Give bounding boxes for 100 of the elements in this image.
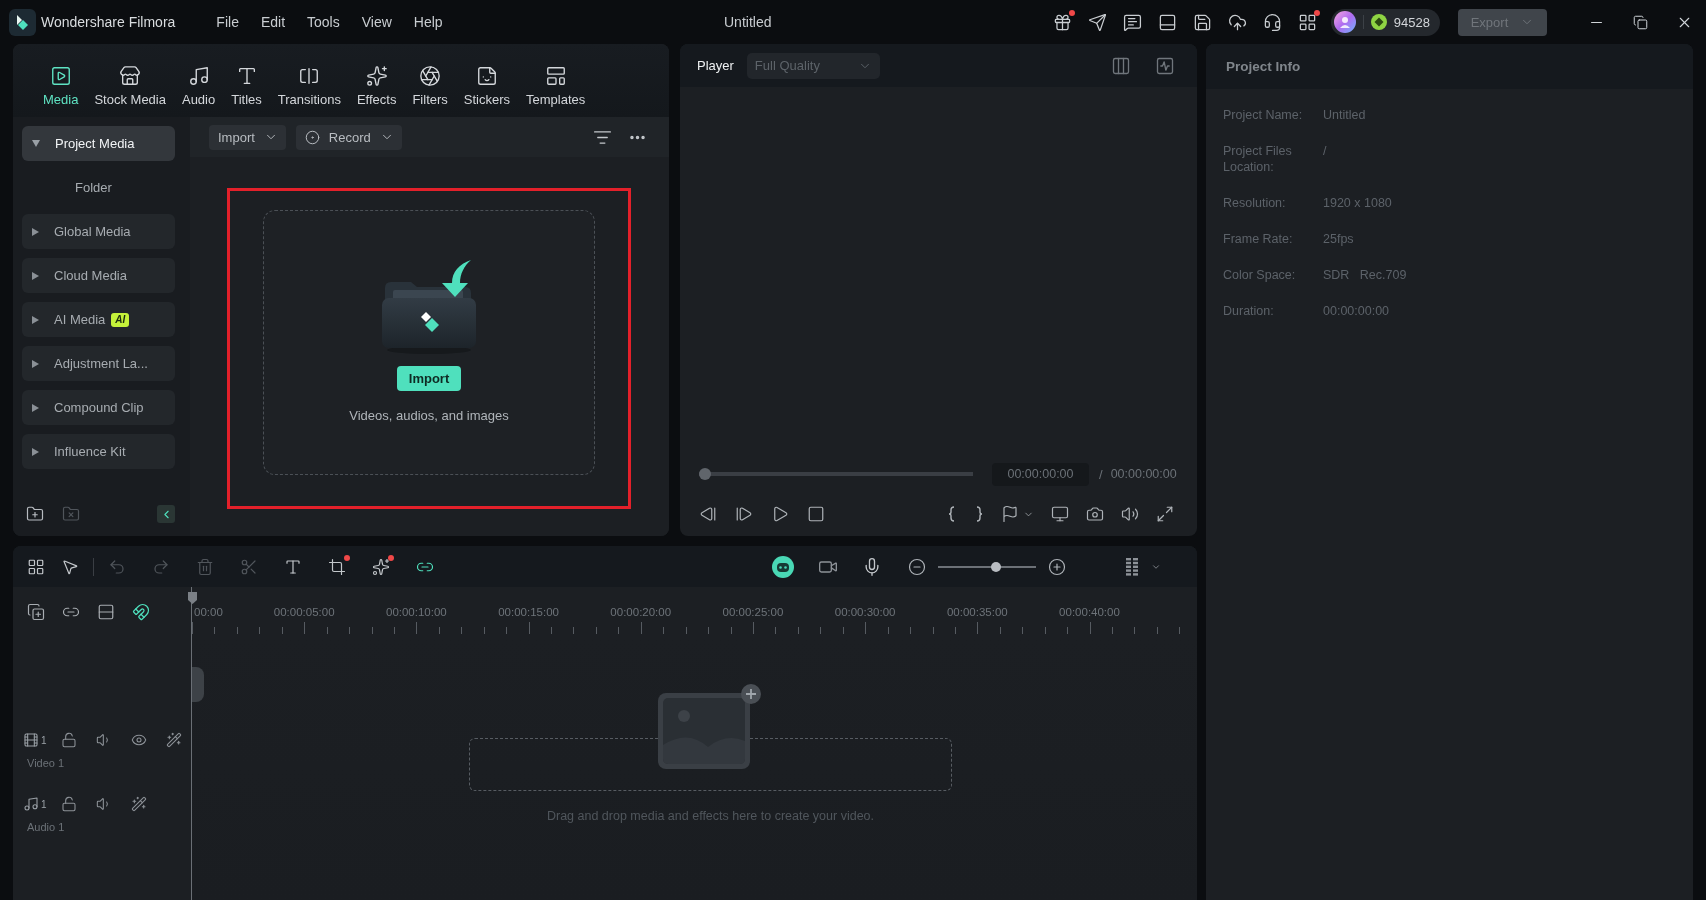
grip-icon[interactable] <box>1126 557 1138 576</box>
step-forward-icon[interactable] <box>735 505 753 523</box>
menu-item[interactable]: View <box>361 14 392 30</box>
record-icon <box>304 129 320 145</box>
caret-right-icon[interactable] <box>32 403 39 412</box>
progress-thumb[interactable] <box>699 468 711 480</box>
ruler-time-label: 00:00 <box>194 605 223 619</box>
sparkles-icon[interactable] <box>372 557 390 576</box>
drop-zone-hint: Videos, audios, and images <box>349 407 509 424</box>
folder-plus-icon[interactable] <box>26 505 44 523</box>
timecode-field[interactable]: 00:00:00:00 <box>992 462 1089 486</box>
coin-icon <box>1370 14 1387 30</box>
category-tab[interactable]: Titles <box>231 65 262 108</box>
playhead-handle[interactable] <box>192 667 204 702</box>
add-track-icon[interactable] <box>27 603 45 621</box>
category-tab[interactable]: Media <box>43 65 79 108</box>
ruler-time-label: 00:00:05:00 <box>273 605 335 619</box>
pointer-icon[interactable] <box>61 557 79 576</box>
rows-icon[interactable] <box>97 603 115 621</box>
import-button[interactable]: Import <box>396 365 462 391</box>
timeline-drop-hint: Drag and drop media and effects here to create your video. <box>546 808 875 824</box>
menu-item[interactable]: File <box>216 14 239 30</box>
activity-chart-icon[interactable] <box>1155 55 1175 76</box>
right-brace-icon[interactable] <box>974 505 984 523</box>
speaker-icon[interactable] <box>1121 505 1139 523</box>
total-duration: 00:00:00:00 <box>1110 467 1177 481</box>
magic-wand-icon[interactable] <box>130 796 147 812</box>
caret-right-icon[interactable] <box>32 447 39 456</box>
sidebar-item[interactable]: Cloud Media <box>22 258 175 293</box>
caret-right-icon[interactable] <box>32 359 39 368</box>
monitor-icon[interactable] <box>1051 505 1069 523</box>
sparkles-icon <box>365 65 388 87</box>
caret-right-icon[interactable] <box>32 227 39 236</box>
flag-icon[interactable] <box>1001 505 1019 523</box>
zoom-in-icon[interactable] <box>1048 557 1066 576</box>
window-title: Untitled <box>724 14 772 30</box>
folder-item[interactable]: Folder <box>22 170 175 205</box>
play-icon[interactable] <box>771 505 789 523</box>
expand-icon[interactable] <box>1156 505 1174 523</box>
text-icon[interactable] <box>284 557 302 576</box>
caret-right-icon[interactable] <box>32 271 39 280</box>
paper-plane-icon[interactable] <box>1087 12 1107 32</box>
layout-grid-icon[interactable] <box>27 557 45 576</box>
step-back-icon[interactable] <box>699 505 717 523</box>
restore-icon[interactable] <box>1632 14 1648 30</box>
import-dropdown[interactable]: Import <box>209 124 286 150</box>
eye-icon[interactable] <box>130 732 147 748</box>
playhead-marker-icon[interactable] <box>188 592 197 604</box>
grid-icon[interactable] <box>1297 12 1317 32</box>
zoom-slider-thumb[interactable] <box>990 561 1001 572</box>
sidebar-item[interactable]: Adjustment La... <box>22 346 175 381</box>
unlock-icon[interactable] <box>60 796 77 812</box>
category-tab[interactable]: Transitions <box>277 65 341 108</box>
columns-icon[interactable] <box>1111 55 1131 76</box>
folder-arrow-icon <box>379 257 479 356</box>
ruler-time-label: 00:00:15:00 <box>498 605 559 619</box>
track-number: 1 <box>41 798 47 810</box>
category-tab[interactable]: Templates <box>526 65 586 108</box>
film-icon <box>23 732 39 748</box>
sidebar-item[interactable]: Influence Kit <box>22 434 175 469</box>
time-separator: / <box>1099 466 1103 482</box>
magnet-icon[interactable] <box>132 603 150 621</box>
category-tab[interactable]: Effects <box>356 65 397 108</box>
sidebar-item[interactable]: Project Media <box>22 126 175 161</box>
sidebar-item[interactable]: Compound Clip <box>22 390 175 425</box>
unlock-icon[interactable] <box>60 732 77 748</box>
info-value: SDR Rec.709 <box>1323 267 1408 283</box>
sidebar-item[interactable]: Global Media <box>22 214 175 249</box>
category-tab[interactable]: Stickers <box>463 65 511 108</box>
gift-icon[interactable] <box>1052 12 1072 32</box>
category-tab[interactable]: Audio <box>181 65 216 108</box>
magic-wand-icon[interactable] <box>165 732 182 748</box>
player-title: Player <box>697 58 734 73</box>
menu-item[interactable]: Edit <box>260 14 286 30</box>
info-value: 00:00:00:00 <box>1323 303 1391 319</box>
category-tab[interactable]: Stock Media <box>94 65 166 108</box>
sidebar-item[interactable]: AI Media AI <box>22 302 175 337</box>
caret-down-icon[interactable] <box>32 140 40 147</box>
crop-icon[interactable] <box>328 557 346 576</box>
ruler-time-label: 00:00:40:00 <box>1059 605 1120 619</box>
account-credits-pill[interactable]: 94528 <box>1330 8 1440 36</box>
layout-panel-icon[interactable] <box>1157 12 1177 32</box>
zoom-out-icon[interactable] <box>908 557 926 576</box>
avatar-icon[interactable] <box>1333 11 1356 33</box>
save-icon[interactable] <box>1192 12 1212 32</box>
robot-icon[interactable] <box>772 555 794 578</box>
caret-right-icon[interactable] <box>32 315 39 324</box>
cloud-upload-icon[interactable] <box>1227 12 1247 32</box>
stop-icon[interactable] <box>807 505 825 523</box>
credits-count: 94528 <box>1393 14 1430 30</box>
play-square-icon <box>49 65 72 87</box>
collapse-sidebar-button[interactable] <box>157 505 175 523</box>
menu-item[interactable]: Tools <box>307 14 340 30</box>
category-tab[interactable]: Filters <box>412 65 448 108</box>
headset-icon[interactable] <box>1262 12 1282 32</box>
message-icon[interactable] <box>1122 12 1142 32</box>
menu-item[interactable]: Help <box>413 14 443 30</box>
left-brace-icon[interactable] <box>947 505 957 523</box>
record-dropdown[interactable]: Record <box>295 124 402 150</box>
camera-icon[interactable] <box>1086 505 1104 523</box>
